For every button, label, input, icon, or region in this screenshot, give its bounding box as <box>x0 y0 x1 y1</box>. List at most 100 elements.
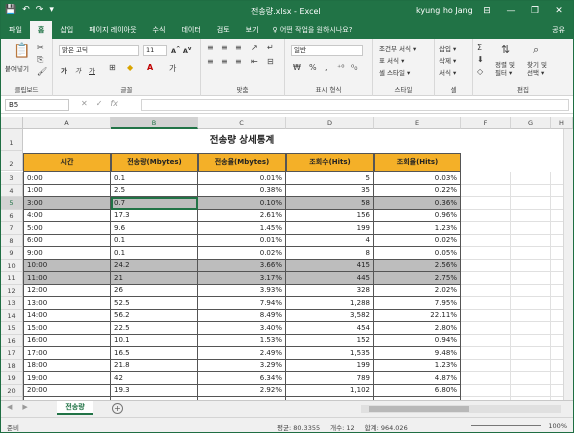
decrease-decimal-icon[interactable]: ⁰₀ <box>351 63 357 72</box>
empty-cell[interactable] <box>461 222 511 235</box>
table-cell[interactable]: 1,535 <box>286 347 374 360</box>
next-sheet-icon[interactable]: ▶ <box>22 403 27 411</box>
table-cell[interactable]: 0.01% <box>198 235 286 247</box>
insert-cells-button[interactable]: 삽입 ▾ <box>439 43 456 53</box>
name-box[interactable]: B5 <box>5 99 69 111</box>
table-cell[interactable]: 9:00 <box>23 247 111 260</box>
table-cell[interactable]: 20:00 <box>23 385 111 397</box>
table-cell[interactable]: 21.8 <box>111 360 198 372</box>
table-cell[interactable]: 0.1 <box>111 172 198 185</box>
minimize-icon[interactable]: — <box>499 1 523 21</box>
tab-formulas[interactable]: 수식 <box>145 21 174 39</box>
empty-cell[interactable] <box>511 360 551 372</box>
table-cell[interactable]: 4.87% <box>374 372 461 385</box>
empty-cell[interactable] <box>461 197 511 210</box>
table-cell[interactable]: 7.94% <box>198 297 286 310</box>
table-cell[interactable]: 1,288 <box>286 297 374 310</box>
row-header-1[interactable]: 1 <box>1 129 23 151</box>
row-header-2[interactable]: 2 <box>1 151 23 171</box>
font-size-select[interactable]: 11 <box>143 45 167 56</box>
italic-button[interactable]: 가 <box>75 65 81 75</box>
table-cell[interactable]: 4 <box>286 235 374 247</box>
column-header-c[interactable]: C <box>198 117 286 129</box>
percent-icon[interactable]: % <box>309 63 317 72</box>
table-cell[interactable]: 156 <box>286 210 374 222</box>
format-cells-button[interactable]: 서식 ▾ <box>439 67 456 77</box>
table-cell[interactable]: 0.02% <box>374 235 461 247</box>
underline-button[interactable]: 가 <box>89 65 95 75</box>
table-cell[interactable]: 13:00 <box>23 297 111 310</box>
restore-icon[interactable]: ❐ <box>523 1 547 21</box>
zoom-level[interactable]: 100% <box>548 422 567 430</box>
table-cell[interactable]: 2.56% <box>374 260 461 272</box>
table-cell[interactable]: 18:00 <box>23 360 111 372</box>
align-top-icon[interactable]: ≡ <box>207 43 214 52</box>
sort-filter-icon[interactable]: ⇅ <box>501 43 510 56</box>
table-cell[interactable]: 22.5 <box>111 322 198 335</box>
empty-cell[interactable] <box>461 385 511 397</box>
font-color-icon[interactable]: A <box>147 63 153 72</box>
empty-cell[interactable] <box>461 347 511 360</box>
vertical-scrollbar[interactable] <box>563 129 573 400</box>
table-cell[interactable]: 3:00 <box>23 197 111 210</box>
row-header-17[interactable]: 17 <box>1 347 23 360</box>
find-select-button[interactable]: 찾기 및 선택 ▾ <box>527 61 547 77</box>
empty-cell[interactable] <box>461 247 511 260</box>
empty-cell[interactable] <box>461 260 511 272</box>
table-cell[interactable]: 26 <box>111 285 198 297</box>
prev-sheet-icon[interactable]: ◀ <box>7 403 12 411</box>
delete-cells-button[interactable]: 삭제 ▾ <box>439 55 456 65</box>
table-cell[interactable]: 6.80% <box>374 385 461 397</box>
zoom-slider[interactable] <box>471 425 541 426</box>
table-cell[interactable]: 1.45% <box>198 222 286 235</box>
sort-filter-button[interactable]: 정렬 및 필터 ▾ <box>495 61 515 77</box>
column-header-a[interactable]: A <box>23 117 111 129</box>
table-cell[interactable]: 16.5 <box>111 347 198 360</box>
table-cell[interactable]: 0.22% <box>374 185 461 197</box>
table-cell[interactable]: 328 <box>286 285 374 297</box>
number-format-select[interactable]: 일반 <box>291 45 363 56</box>
redo-icon[interactable]: ↷ <box>36 5 44 15</box>
empty-cell[interactable] <box>511 310 551 322</box>
tab-page-layout[interactable]: 페이지 레이아웃 <box>81 21 144 39</box>
table-cell[interactable]: 454 <box>286 322 374 335</box>
table-cell[interactable]: 2.80% <box>374 322 461 335</box>
align-middle-icon[interactable]: ≡ <box>221 43 228 52</box>
close-icon[interactable]: ✕ <box>547 1 571 21</box>
merge-center-icon[interactable]: ⊟ <box>267 57 274 66</box>
empty-cell[interactable] <box>461 335 511 347</box>
table-cell[interactable]: 58 <box>286 197 374 210</box>
cut-icon[interactable]: ✂ <box>37 43 44 52</box>
customize-icon[interactable]: ▾ <box>49 5 54 15</box>
table-cell[interactable]: 56.2 <box>111 310 198 322</box>
phonetic-icon[interactable]: 가 <box>169 63 176 74</box>
table-cell[interactable]: 17.3 <box>111 210 198 222</box>
row-header-5[interactable]: 5 <box>1 197 23 210</box>
user-name[interactable]: kyung ho Jang <box>416 6 473 15</box>
empty-cell[interactable] <box>461 322 511 335</box>
horizontal-scrollbar[interactable] <box>361 405 561 413</box>
row-header-12[interactable]: 12 <box>1 285 23 297</box>
table-cell[interactable]: 12:00 <box>23 285 111 297</box>
tell-me-search[interactable]: ♀ 어떤 작업을 원하시나요? <box>273 25 353 35</box>
table-cell[interactable]: 52.5 <box>111 297 198 310</box>
save-icon[interactable]: 💾 <box>5 5 16 15</box>
table-cell[interactable]: 0.1 <box>111 235 198 247</box>
column-header-b[interactable]: B <box>111 117 198 129</box>
format-as-table-button[interactable]: 표 서식 ▾ <box>379 55 404 65</box>
table-cell[interactable]: 0.96% <box>374 210 461 222</box>
tab-view[interactable]: 보기 <box>238 21 267 39</box>
empty-cell[interactable] <box>461 272 511 285</box>
table-cell[interactable]: 199 <box>286 360 374 372</box>
find-select-icon[interactable]: ⌕ <box>533 43 539 57</box>
cancel-icon[interactable]: ✕ <box>81 99 88 108</box>
table-cell[interactable]: 19:00 <box>23 372 111 385</box>
table-cell[interactable]: 3.93% <box>198 285 286 297</box>
row-header-18[interactable]: 18 <box>1 360 23 372</box>
align-right-icon[interactable]: ≡ <box>235 57 242 66</box>
tab-data[interactable]: 데이터 <box>173 21 208 39</box>
indent-icon[interactable]: ⇤ <box>251 57 258 66</box>
table-cell[interactable]: 7.95% <box>374 297 461 310</box>
table-cell[interactable]: 1.23% <box>374 222 461 235</box>
table-cell[interactable]: 19.3 <box>111 385 198 397</box>
